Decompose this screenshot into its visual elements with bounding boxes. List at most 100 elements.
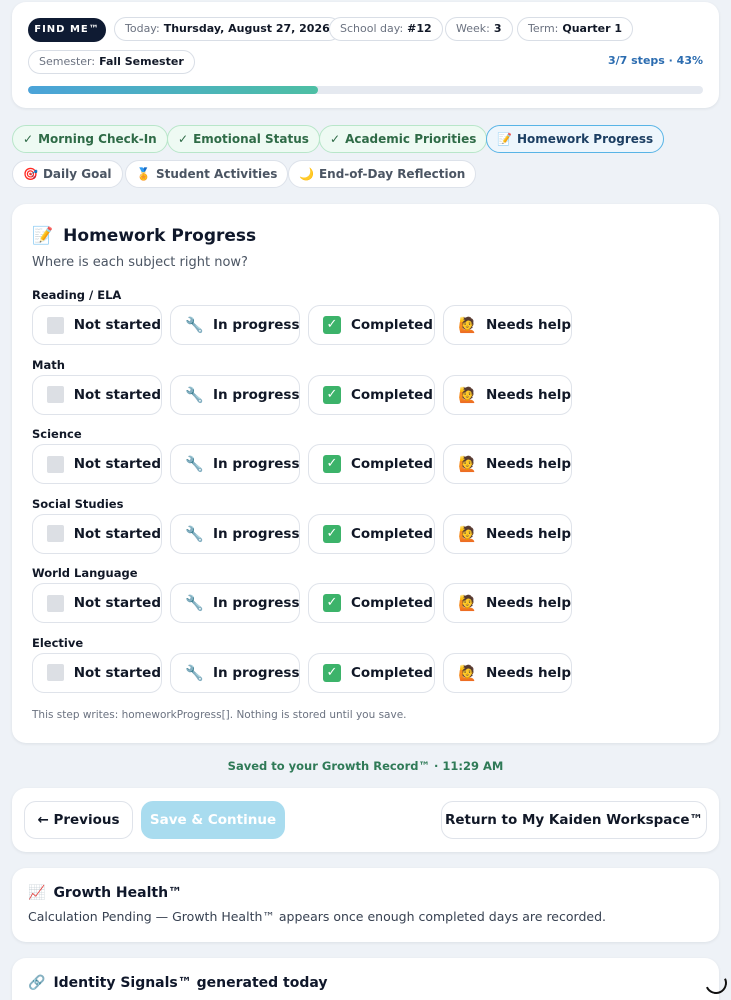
medal-icon: 🏅 [136, 167, 151, 181]
section-title: 📝 Homework Progress [32, 226, 256, 246]
previous-button[interactable]: ← Previous [24, 801, 133, 839]
empty-box-icon [47, 386, 64, 403]
empty-box-icon [47, 455, 64, 473]
option-label: Completed [351, 525, 433, 542]
raised-hand-icon: 🙋 [458, 594, 477, 612]
step-chip-daily-goal[interactable]: 🎯 Daily Goal [12, 160, 123, 188]
option-needs-help-button[interactable]: 🙋 Needs help [443, 583, 572, 623]
section-title-text: Homework Progress [63, 226, 257, 246]
check-box-icon: ✓ [323, 455, 341, 473]
subject-label: World Language [32, 566, 138, 580]
wrench-icon: 🔧 [185, 663, 204, 682]
growth-health-text: Calculation Pending — Growth Health™ app… [28, 909, 606, 924]
option-completed-button[interactable]: ✓ Completed [308, 513, 435, 554]
wrench-icon: 🔧 [185, 594, 204, 612]
option-label: Not started [73, 386, 161, 403]
option-in-progress-button[interactable]: 🔧 In progress [170, 583, 300, 623]
option-label: Not started [73, 456, 161, 472]
section-subtitle: Where is each subject right now? [32, 255, 248, 270]
option-label: Needs help [486, 664, 572, 681]
moon-icon: 🌙 [299, 167, 314, 181]
wrench-icon: 🔧 [185, 316, 204, 334]
raised-hand-icon: 🙋 [458, 455, 477, 473]
identity-signals-card: 🔗 Identity Signals™ generated today [12, 958, 719, 1000]
step-chip-student-activities[interactable]: 🏅 Student Activities [125, 160, 289, 188]
empty-box-icon [47, 594, 64, 612]
step-chip-academic-priorities[interactable]: ✓ Academic Priorities [319, 125, 488, 153]
option-in-progress-button[interactable]: 🔧 In progress [170, 444, 300, 484]
option-in-progress-button[interactable]: 🔧 In progress [170, 374, 300, 415]
check-box-icon: ✓ [323, 316, 341, 334]
option-label: Completed [351, 456, 433, 472]
empty-box-icon [47, 316, 64, 334]
option-in-progress-button[interactable]: 🔧 In progress [170, 305, 300, 345]
option-not-started-button[interactable]: Not started [32, 374, 162, 415]
option-not-started-button[interactable]: Not started [32, 444, 162, 484]
check-box-icon: ✓ [323, 385, 341, 404]
option-label: In progress [213, 664, 300, 681]
option-label: Completed [351, 595, 433, 611]
subject-label: Reading / ELA [32, 288, 122, 302]
steps-progress-text: 3/7 steps · 43% [607, 54, 703, 67]
option-not-started-button[interactable]: Not started [32, 305, 162, 345]
memo-icon: 📝 [497, 132, 512, 146]
wrench-icon: 🔧 [185, 455, 204, 473]
term-pill: Term: Quarter 1 [517, 17, 634, 41]
school-day-pill: School day: #12 [329, 17, 443, 41]
subject-label: Math [32, 357, 65, 372]
option-in-progress-button[interactable]: 🔧 In progress [170, 652, 300, 693]
check-box-icon: ✓ [323, 524, 341, 543]
save-continue-button[interactable]: Save & Continue [141, 801, 285, 839]
option-label: In progress [213, 317, 300, 333]
step-chip-emotional-status[interactable]: ✓ Emotional Status [167, 125, 320, 153]
growth-health-title: 📈 Growth Health™ [28, 885, 183, 901]
option-in-progress-button[interactable]: 🔧 In progress [170, 513, 300, 554]
status-card: FIND ME™ Today: Thursday, August 27, 2026… [12, 2, 719, 108]
option-needs-help-button[interactable]: 🙋 Needs help [443, 652, 572, 693]
option-completed-button[interactable]: ✓ Completed [308, 444, 435, 484]
today-pill: Today: Thursday, August 27, 2026 [114, 17, 341, 41]
option-label: Needs help [486, 595, 572, 611]
option-not-started-button[interactable]: Not started [32, 652, 162, 693]
option-label: In progress [213, 386, 300, 403]
empty-box-icon [47, 664, 64, 681]
memo-icon: 📝 [32, 226, 54, 246]
option-label: Needs help [486, 525, 572, 542]
option-not-started-button[interactable]: Not started [32, 583, 162, 623]
option-needs-help-button[interactable]: 🙋 Needs help [443, 444, 572, 484]
option-completed-button[interactable]: ✓ Completed [308, 583, 435, 623]
wrench-icon: 🔧 [185, 385, 204, 404]
identity-signals-title: 🔗 Identity Signals™ generated today [28, 975, 328, 991]
step-chip-end-of-day-reflection[interactable]: 🌙 End-of-Day Reflection [288, 160, 477, 188]
option-label: Needs help [486, 317, 572, 333]
saved-status: Saved to your Growth Record™ · 11:29 AM [227, 759, 504, 773]
option-needs-help-button[interactable]: 🙋 Needs help [443, 305, 572, 345]
empty-box-icon [47, 525, 64, 542]
option-not-started-button[interactable]: Not started [32, 513, 162, 554]
option-completed-button[interactable]: ✓ Completed [308, 374, 435, 415]
progress-bar-fill [28, 86, 319, 94]
step-chip-homework-progress[interactable]: 📝 Homework Progress [486, 125, 665, 153]
raised-hand-icon: 🙋 [458, 316, 477, 334]
footnote: This step writes: homeworkProgress[]. No… [32, 709, 407, 721]
subject-label: Science [32, 427, 82, 441]
target-icon: 🎯 [23, 167, 38, 181]
growth-health-card: 📈 Growth Health™ Calculation Pending — G… [12, 868, 719, 942]
option-label: Not started [73, 525, 161, 542]
option-label: In progress [213, 595, 300, 611]
option-needs-help-button[interactable]: 🙋 Needs help [443, 513, 572, 554]
return-workspace-button[interactable]: Return to My Kaiden Workspace™ [441, 801, 707, 839]
link-icon: 🔗 [28, 975, 46, 991]
week-pill: Week: 3 [445, 17, 513, 41]
step-chip-morning-check-in[interactable]: ✓ Morning Check-In [12, 125, 168, 153]
option-label: Not started [73, 317, 161, 333]
option-needs-help-button[interactable]: 🙋 Needs help [443, 374, 572, 415]
semester-pill: Semester: Fall Semester [28, 50, 195, 74]
find-me-badge[interactable]: FIND ME™ [28, 18, 106, 42]
check-icon: ✓ [178, 132, 189, 146]
option-completed-button[interactable]: ✓ Completed [308, 305, 435, 345]
progress-bar [28, 86, 703, 94]
option-completed-button[interactable]: ✓ Completed [308, 652, 435, 693]
chart-up-icon: 📈 [28, 885, 46, 901]
option-label: Completed [351, 664, 433, 681]
